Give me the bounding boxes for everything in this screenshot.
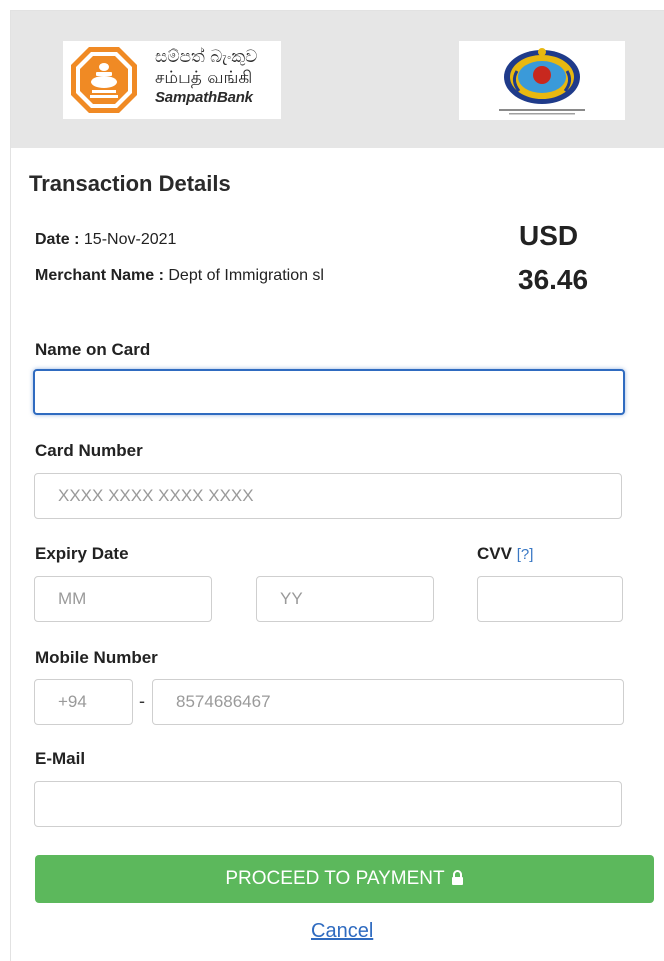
date-label: Date : [35,231,80,248]
date-row: Date : 15-Nov-2021 [35,231,176,249]
currency-code: USD [519,220,579,251]
merchant-row: Merchant Name : Dept of Immigration sl [35,267,324,285]
merchant-label: Merchant Name : [35,267,164,284]
name-on-card-label: Name on Card [35,340,151,359]
email-label: E-Mail [35,749,86,768]
cvv-label: CVV [?] [477,544,533,564]
proceed-to-payment-button[interactable]: PROCEED TO PAYMENT [35,855,654,903]
cvv-input[interactable] [477,576,623,622]
expiry-year-input[interactable] [256,576,434,622]
mobile-number-input[interactable] [152,679,624,725]
transaction-details-title: Transaction Details [29,171,231,196]
cvv-label-text: CVV [477,544,512,563]
bank-name-english: SampathBank [155,89,253,106]
header-banner: සම්පත් බැංකුව சம்பத் வங்கி SampathBank [11,11,664,148]
expiry-date-label: Expiry Date [35,544,129,563]
merchant-value: Dept of Immigration sl [168,267,324,284]
proceed-button-label: PROCEED TO PAYMENT [225,868,445,889]
mobile-number-label: Mobile Number [35,648,158,667]
bank-name-tamil: சம்பத் வங்கி [155,68,253,88]
country-code-input[interactable] [34,679,133,725]
sampath-bank-emblem-icon [71,47,137,113]
mobile-separator: - [139,691,145,711]
card-number-label: Card Number [35,441,143,460]
bank-name-sinhala: සම්පත් බැංකුව [155,47,258,67]
lock-icon [451,870,463,885]
date-value: 15-Nov-2021 [83,231,177,248]
immigration-emblem-icon [499,48,585,115]
name-on-card-input[interactable] [33,369,625,415]
cvv-help-link[interactable]: [?] [517,546,534,563]
immigration-logo [459,41,625,120]
sampath-bank-logo: සම්පත් බැංකුව சம்பத் வங்கி SampathBank [63,41,281,119]
amount-value: 36.46 [518,264,589,295]
expiry-month-input[interactable] [34,576,212,622]
cancel-link[interactable]: Cancel [311,920,373,943]
payment-page: සම්පත් බැංකුව சம்பத் வங்கி SampathBank T… [10,10,664,961]
card-number-input[interactable] [34,473,622,519]
email-input[interactable] [34,781,622,827]
